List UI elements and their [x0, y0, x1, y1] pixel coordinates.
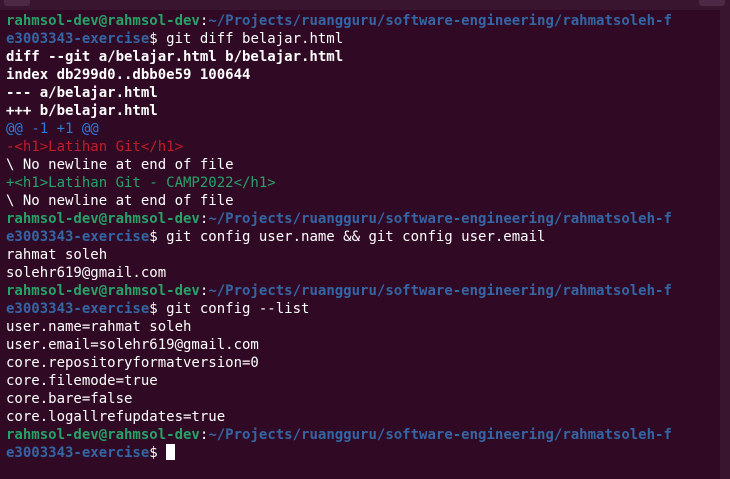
prompt-user-host: rahmsol-dev@rahmsol-dev	[6, 283, 200, 299]
terminal-line: diff --git a/belajar.html b/belajar.html	[6, 48, 718, 66]
prompt-path: e3003343-exercise	[6, 445, 150, 461]
prompt-user-host: rahmsol-dev@rahmsol-dev	[6, 13, 200, 29]
terminal-line: user.name=rahmat soleh	[6, 318, 718, 336]
terminal-line: core.bare=false	[6, 390, 718, 408]
terminal-line: rahmsol-dev@rahmsol-dev:~/Projects/ruang…	[6, 210, 718, 228]
terminal-line: e3003343-exercise$ git config user.name …	[6, 228, 718, 246]
terminal-line: rahmsol-dev@rahmsol-dev:~/Projects/ruang…	[6, 426, 718, 444]
prompt-path: ~/Projects/ruangguru/software-engineerin…	[208, 13, 672, 29]
terminal-line: @@ -1 +1 @@	[6, 120, 718, 138]
text-cursor	[166, 444, 176, 460]
command-text: git config --list	[157, 301, 310, 317]
terminal-line: rahmat soleh	[6, 246, 718, 264]
prompt-user-host: rahmsol-dev@rahmsol-dev	[6, 211, 200, 227]
diff-added-line: +<h1>Latihan Git - CAMP2022</h1>	[6, 175, 276, 191]
prompt-path: ~/Projects/ruangguru/software-engineerin…	[208, 211, 672, 227]
terminal-line: e3003343-exercise$ git diff belajar.html	[6, 30, 718, 48]
terminal-line: solehr619@gmail.com	[6, 264, 718, 282]
output-line: \ No newline at end of file	[6, 157, 234, 173]
output-line: core.logallrefupdates=true	[6, 409, 226, 425]
terminal-line: rahmsol-dev@rahmsol-dev:~/Projects/ruang…	[6, 12, 718, 30]
command-text: git diff belajar.html	[157, 31, 344, 47]
prompt-path: ~/Projects/ruangguru/software-engineerin…	[208, 283, 672, 299]
output-line: user.name=rahmat soleh	[6, 319, 192, 335]
prompt-dollar: $	[149, 301, 158, 317]
prompt-dollar: $	[149, 31, 158, 47]
terminal-line: e3003343-exercise$ git config --list	[6, 300, 718, 318]
output-line: rahmat soleh	[6, 247, 108, 263]
prompt-path: e3003343-exercise	[6, 301, 150, 317]
diff-removed-line: -<h1>Latihan Git</h1>	[6, 139, 184, 155]
output-line: core.repositoryformatversion=0	[6, 355, 259, 371]
window-control-button[interactable]	[699, 0, 725, 6]
diff-header-line: --- a/belajar.html	[6, 85, 158, 101]
prompt-path: ~/Projects/ruangguru/software-engineerin…	[208, 427, 672, 443]
terminal-line: \ No newline at end of file	[6, 192, 718, 210]
tab-button[interactable]	[4, 0, 30, 6]
prompt-user-host: rahmsol-dev@rahmsol-dev	[6, 427, 200, 443]
terminal-line: -<h1>Latihan Git</h1>	[6, 138, 718, 156]
diff-header-line: index db299d0..dbb0e59 100644	[6, 67, 251, 83]
terminal-line: core.logallrefupdates=true	[6, 408, 718, 426]
terminal-line: e3003343-exercise$	[6, 444, 718, 462]
terminal-line: user.email=solehr619@gmail.com	[6, 336, 718, 354]
terminal-line: \ No newline at end of file	[6, 156, 718, 174]
output-line: core.filemode=true	[6, 373, 158, 389]
terminal-line: rahmsol-dev@rahmsol-dev:~/Projects/ruang…	[6, 282, 718, 300]
prompt-path: e3003343-exercise	[6, 229, 150, 245]
output-line: core.bare=false	[6, 391, 133, 407]
diff-header-line: diff --git a/belajar.html b/belajar.html	[6, 49, 344, 65]
terminal-line: --- a/belajar.html	[6, 84, 718, 102]
prompt-path: e3003343-exercise	[6, 31, 150, 47]
prompt-dollar: $	[149, 445, 158, 461]
output-line: user.email=solehr619@gmail.com	[6, 337, 259, 353]
terminal-line: index db299d0..dbb0e59 100644	[6, 66, 718, 84]
window-titlebar	[0, 0, 730, 10]
terminal-line: core.filemode=true	[6, 372, 718, 390]
scrollbar[interactable]	[720, 10, 730, 479]
diff-hunk-header: @@ -1 +1 @@	[6, 121, 99, 137]
terminal-line: +<h1>Latihan Git - CAMP2022</h1>	[6, 174, 718, 192]
diff-header-line: +++ b/belajar.html	[6, 103, 158, 119]
terminal-line: +++ b/belajar.html	[6, 102, 718, 120]
output-line: solehr619@gmail.com	[6, 265, 167, 281]
prompt-dollar: $	[149, 229, 158, 245]
terminal-output[interactable]: rahmsol-dev@rahmsol-dev:~/Projects/ruang…	[6, 12, 718, 462]
terminal-line: core.repositoryformatversion=0	[6, 354, 718, 372]
output-line: \ No newline at end of file	[6, 193, 234, 209]
command-text	[158, 445, 166, 461]
command-text: git config user.name && git config user.…	[157, 229, 546, 245]
